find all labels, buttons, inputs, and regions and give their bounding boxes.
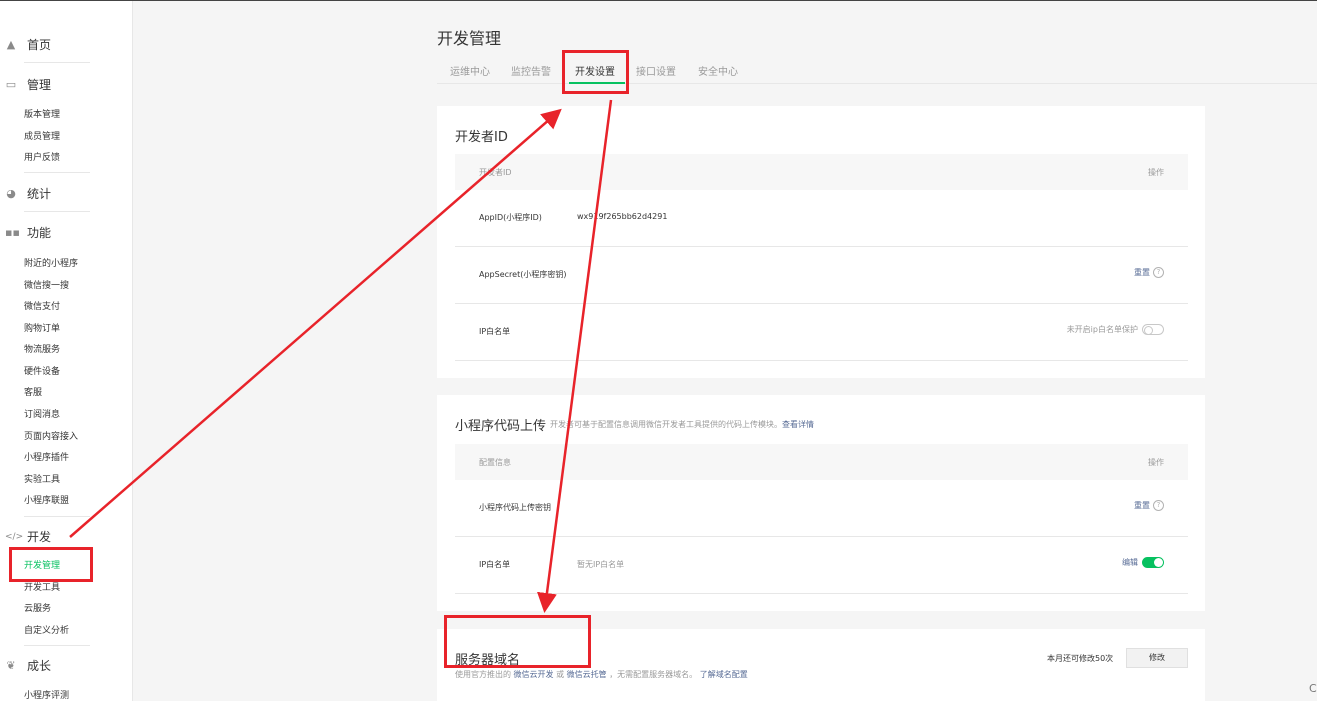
highlight-dev-manage-item <box>9 547 93 582</box>
sprout-icon: ❦ <box>6 658 16 672</box>
sidebar-item-cloud[interactable]: 云服务 <box>24 601 51 614</box>
card-title: 小程序代码上传 <box>455 419 547 434</box>
edit-link[interactable]: 编辑 <box>1122 557 1138 568</box>
sidebar-item-evaluation[interactable]: 小程序评测 <box>24 688 69 701</box>
developer-id-card: 开发者ID 开发者ID 操作 AppID(小程序ID) wx919f265bb6… <box>437 106 1205 378</box>
pie-chart-icon: ◕ <box>6 186 16 200</box>
edge-glyph: C <box>1309 682 1317 695</box>
sidebar-section-label: 成长 <box>27 659 52 673</box>
sidebar-section-manage[interactable]: ▭ 管理 <box>5 76 51 93</box>
sidebar-section-stats[interactable]: ◕ 统计 <box>5 185 51 202</box>
description-text: 或 <box>556 670 565 679</box>
cloud-dev-link[interactable]: 微信云开发 <box>514 670 554 679</box>
card-title: 开发者ID <box>455 130 508 145</box>
sidebar-section-label: 统计 <box>27 187 52 201</box>
ip-protection-toggle[interactable] <box>1142 324 1164 335</box>
code-icon: </> <box>5 531 24 542</box>
sidebar-section-label: 功能 <box>27 226 52 240</box>
sidebar-item-version[interactable]: 版本管理 <box>24 107 60 120</box>
table-row: IP白名单 暂无IP白名单 编辑 <box>455 537 1188 594</box>
upload-key-label: 小程序代码上传密钥 <box>479 503 551 512</box>
sidebar-divider <box>24 516 90 517</box>
ip-whitelist-label: IP白名单 <box>479 560 511 569</box>
modify-button[interactable]: 修改 <box>1126 648 1188 668</box>
sidebar-section-growth[interactable]: ❦ 成长 <box>5 657 51 674</box>
column-header: 配置信息 <box>479 458 511 467</box>
description-text: ，无需配置服务器域名。 <box>609 670 698 679</box>
sidebar-item-plugin[interactable]: 小程序插件 <box>24 450 69 463</box>
sidebar-item-members[interactable]: 成员管理 <box>24 129 60 142</box>
table-row: IP白名单 未开启ip白名单保护 <box>455 304 1188 361</box>
description-text: 开发者可基于配置信息调用微信开发者工具提供的代码上传模块。 <box>550 420 782 429</box>
ip-whitelist-label: IP白名单 <box>479 327 511 336</box>
ip-whitelist-toggle[interactable] <box>1142 557 1164 568</box>
sidebar-item-lab[interactable]: 实验工具 <box>24 472 60 485</box>
sidebar-item-subscribe[interactable]: 订阅消息 <box>24 407 60 420</box>
sidebar-section-label: 管理 <box>27 78 52 92</box>
tab-ops[interactable]: 运维中心 <box>450 63 490 78</box>
description-text: 使用官方推出的 <box>455 670 511 679</box>
sidebar-section-dev[interactable]: </> 开发 <box>5 528 51 545</box>
code-upload-card: 小程序代码上传 开发者可基于配置信息调用微信开发者工具提供的代码上传模块。查看详… <box>437 395 1205 611</box>
ip-whitelist-value: 暂无IP白名单 <box>577 560 625 569</box>
tab-api-settings[interactable]: 接口设置 <box>636 63 676 78</box>
table-header: 开发者ID 操作 <box>455 154 1188 190</box>
reset-link[interactable]: 重置 <box>1134 500 1150 511</box>
sidebar-item-nearby[interactable]: 附近的小程序 <box>24 256 78 269</box>
tab-security[interactable]: 安全中心 <box>698 63 738 78</box>
sidebar-item-service[interactable]: 客服 <box>24 385 42 398</box>
sidebar-item-logistics[interactable]: 物流服务 <box>24 342 60 355</box>
card-description: 开发者可基于配置信息调用微信开发者工具提供的代码上传模块。查看详情 <box>550 419 814 430</box>
ip-protection: 未开启ip白名单保护 <box>1067 324 1164 335</box>
home-icon: ▲ <box>6 37 16 51</box>
sidebar-divider <box>24 211 90 212</box>
sidebar-item-search[interactable]: 微信搜一搜 <box>24 278 69 291</box>
sidebar-item-content[interactable]: 页面内容接入 <box>24 429 78 442</box>
sidebar-item-union[interactable]: 小程序联盟 <box>24 493 69 506</box>
help-icon[interactable]: ? <box>1153 267 1164 278</box>
sidebar-home[interactable]: ▲ 首页 <box>5 36 51 53</box>
column-header: 操作 <box>1148 168 1164 177</box>
inbox-icon: ▭ <box>5 77 17 91</box>
appsecret-label: AppSecret(小程序密钥) <box>479 270 567 279</box>
grid-icon: ▪▪ <box>5 225 20 239</box>
appsecret-reset: 重置 ? <box>1134 267 1164 278</box>
sidebar-item-orders[interactable]: 购物订单 <box>24 321 60 334</box>
highlight-dev-settings-tab <box>562 50 629 94</box>
table-row: AppID(小程序ID) wx919f265bb62d4291 <box>455 190 1188 247</box>
main-content: 开发管理 运维中心 监控告警 开发设置 接口设置 安全中心 开发者ID 开发者I… <box>133 1 1317 701</box>
reset-link[interactable]: 重置 <box>1134 267 1150 278</box>
appid-value: wx919f265bb62d4291 <box>577 212 668 221</box>
upload-key-reset: 重置 ? <box>1134 500 1164 511</box>
sidebar-item-hardware[interactable]: 硬件设备 <box>24 364 60 377</box>
table-row: AppSecret(小程序密钥) 重置 ? <box>455 247 1188 304</box>
highlight-server-domain <box>444 615 591 668</box>
sidebar-divider <box>24 62 90 63</box>
sidebar-section-features[interactable]: ▪▪ 功能 <box>5 224 51 241</box>
details-link[interactable]: 查看详情 <box>782 420 814 429</box>
card-description: 使用官方推出的 微信云开发 或 微信云托管 ，无需配置服务器域名。 了解域名配置 <box>455 669 748 680</box>
appid-label: AppID(小程序ID) <box>479 213 542 222</box>
sidebar-item-custom-analysis[interactable]: 自定义分析 <box>24 623 69 636</box>
help-icon[interactable]: ? <box>1153 500 1164 511</box>
ip-status-text: 未开启ip白名单保护 <box>1066 325 1138 334</box>
domain-config-link[interactable]: 了解域名配置 <box>700 670 748 679</box>
sidebar: ▲ 首页 ▭ 管理 版本管理 成员管理 用户反馈 ◕ 统计 ▪▪ 功能 附近的小… <box>0 1 133 701</box>
tab-monitor[interactable]: 监控告警 <box>511 63 551 78</box>
column-header: 开发者ID <box>479 168 512 177</box>
sidebar-divider <box>24 645 90 646</box>
ip-whitelist-actions: 编辑 <box>1122 557 1164 568</box>
column-header: 操作 <box>1148 458 1164 467</box>
sidebar-divider <box>24 172 90 173</box>
cloud-hosting-link[interactable]: 微信云托管 <box>567 670 607 679</box>
page-title: 开发管理 <box>437 29 502 48</box>
sidebar-item-pay[interactable]: 微信支付 <box>24 299 60 312</box>
table-header: 配置信息 操作 <box>455 444 1188 480</box>
sidebar-home-label: 首页 <box>27 38 52 52</box>
modify-quota: 本月还可修改50次 <box>1047 654 1114 663</box>
sidebar-section-label: 开发 <box>27 530 52 544</box>
sidebar-item-feedback[interactable]: 用户反馈 <box>24 150 60 163</box>
table-row: 小程序代码上传密钥 重置 ? <box>455 480 1188 537</box>
